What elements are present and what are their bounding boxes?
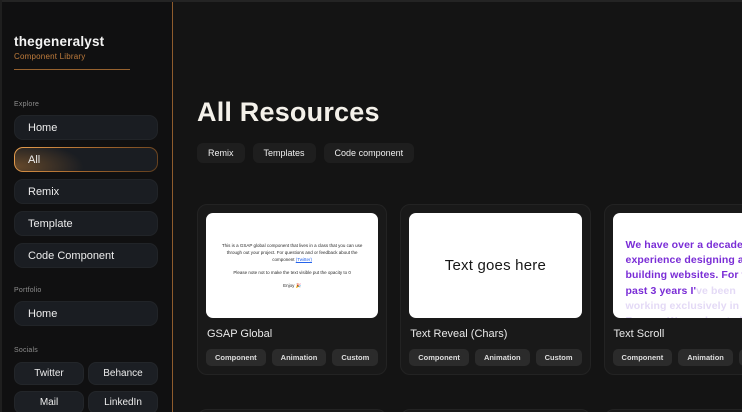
filter-code-component[interactable]: Code component: [323, 143, 415, 163]
card-title: GSAP Global: [207, 328, 273, 340]
note-body: This is a GSAP global component that liv…: [221, 242, 363, 262]
card-preview-note: This is a GSAP global component that liv…: [206, 213, 379, 318]
logo-subtitle: Component Library: [14, 52, 86, 61]
sidebar-item-code-component[interactable]: Code Component: [14, 243, 158, 268]
tag-row: Component Animation Custom: [206, 349, 379, 366]
tag-animation: Animation: [271, 349, 327, 366]
resource-card-text-reveal[interactable]: Text goes here Text Reveal (Chars) Compo…: [400, 204, 591, 375]
window-left-border: [0, 0, 2, 412]
sidebar-item-remix[interactable]: Remix: [14, 179, 158, 204]
sidebar: thegeneralyst Component Library Explore …: [0, 0, 173, 412]
tag-component: Component: [612, 349, 673, 366]
sidebar-item-template[interactable]: Template: [14, 211, 158, 236]
sidebar-item-all[interactable]: All: [14, 147, 158, 172]
twitter-link[interactable]: (Twitter): [296, 257, 312, 262]
tag-custom: Custom: [535, 349, 582, 366]
logo: thegeneralyst Component Library: [14, 34, 130, 70]
card-title: Text Scroll: [613, 328, 665, 340]
filter-remix[interactable]: Remix: [197, 143, 245, 163]
social-button-linkedin[interactable]: LinkedIn: [88, 391, 158, 412]
social-button-behance[interactable]: Behance: [88, 362, 158, 385]
logo-title: thegeneralyst: [14, 34, 105, 49]
tag-component: Component: [206, 349, 266, 366]
card-preview-rich-text: We have over a decade of experience desi…: [612, 213, 742, 318]
window-top-border: [0, 0, 742, 2]
page-title: All Resources: [197, 97, 380, 127]
sidebar-item-label: Home: [28, 307, 58, 320]
resource-grid: This is a GSAP global component that liv…: [197, 204, 742, 412]
filter-templates[interactable]: Templates: [252, 143, 316, 163]
preview-text: Text goes here: [444, 257, 546, 274]
section-label-socials: Socials: [14, 347, 38, 354]
social-button-mail[interactable]: Mail: [14, 391, 84, 412]
tag-row: Component Animation Custom: [409, 349, 582, 366]
socials-grid: Twitter Behance Mail LinkedIn: [14, 362, 158, 412]
rich-text: We have over a decade of experience desi…: [613, 213, 742, 318]
note-paragraph: This is a GSAP global component that liv…: [222, 242, 363, 264]
card-preview-center-text: Text goes here: [409, 213, 582, 318]
note-paragraph: Please note not to make the text visible…: [233, 270, 351, 276]
note-text: This is a GSAP global component that liv…: [222, 242, 363, 290]
resource-card-gsap-global[interactable]: This is a GSAP global component that liv…: [197, 204, 388, 375]
sidebar-item-label: Template: [28, 217, 73, 230]
sidebar-item-label: Code Component: [28, 249, 115, 262]
sidebar-item-portfolio-home[interactable]: Home: [14, 301, 158, 326]
social-button-twitter[interactable]: Twitter: [14, 362, 84, 385]
section-label-portfolio: Portfolio: [14, 287, 42, 294]
tag-row: Component Animation Custom: [612, 349, 742, 366]
note-paragraph: Enjoy 🎉: [283, 283, 302, 289]
tag-animation: Animation: [678, 349, 733, 366]
sidebar-item-home[interactable]: Home: [14, 115, 158, 140]
main-content: All Resources Remix Templates Code compo…: [174, 0, 742, 412]
sidebar-item-label: Remix: [28, 185, 60, 198]
section-label-explore: Explore: [14, 101, 40, 108]
card-title: Text Reveal (Chars): [410, 328, 508, 340]
tag-custom: Custom: [332, 349, 379, 366]
tag-component: Component: [409, 349, 469, 366]
filter-bar: Remix Templates Code component: [197, 143, 719, 163]
resource-card-text-scroll[interactable]: We have over a decade of experience desi…: [603, 204, 742, 375]
sidebar-item-label: All: [28, 153, 41, 166]
tag-animation: Animation: [474, 349, 530, 366]
sidebar-item-label: Home: [28, 121, 58, 134]
